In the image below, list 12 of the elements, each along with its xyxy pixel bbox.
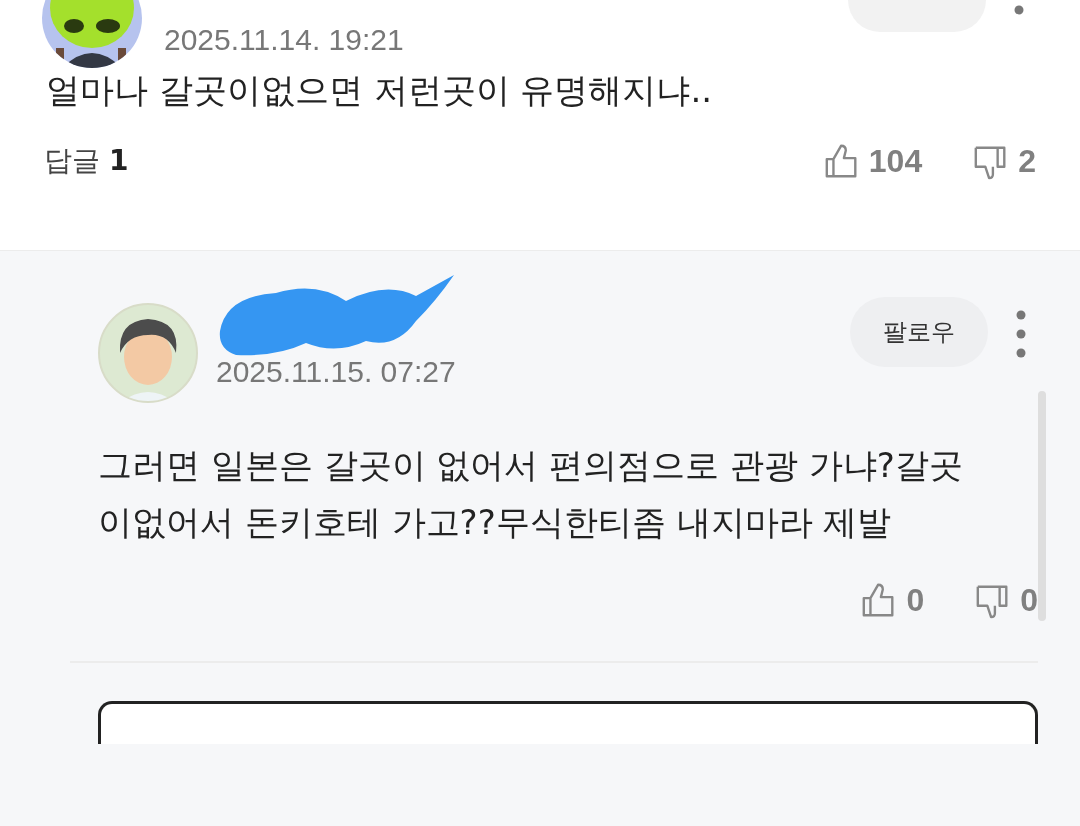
dislike-button[interactable]: 2 <box>972 142 1036 180</box>
comment-date: 2025.11.14. 19:21 <box>164 23 404 56</box>
scrollbar[interactable] <box>1038 391 1046 621</box>
dislike-button[interactable]: 0 <box>974 581 1038 619</box>
like-button[interactable]: 104 <box>822 142 923 180</box>
follow-button[interactable]: 팔로우 <box>850 297 988 367</box>
comment-text: 얼마나 갈곳이없으면 저런곳이 유명해지냐.. <box>46 69 714 112</box>
reply-date: 2025.11.15. 07:27 <box>216 355 457 389</box>
reply-count-button[interactable]: 답글 1 <box>44 142 129 180</box>
reply-text: 그러면 일본은 갈곳이 없어서 편의점으로 관광 가냐?갈곳이없어서 돈키호테 가고??무식한티좀 내지마라 제발 <box>98 444 964 544</box>
like-button[interactable]: 0 <box>860 581 925 619</box>
comment-input-field[interactable] <box>98 701 1038 744</box>
